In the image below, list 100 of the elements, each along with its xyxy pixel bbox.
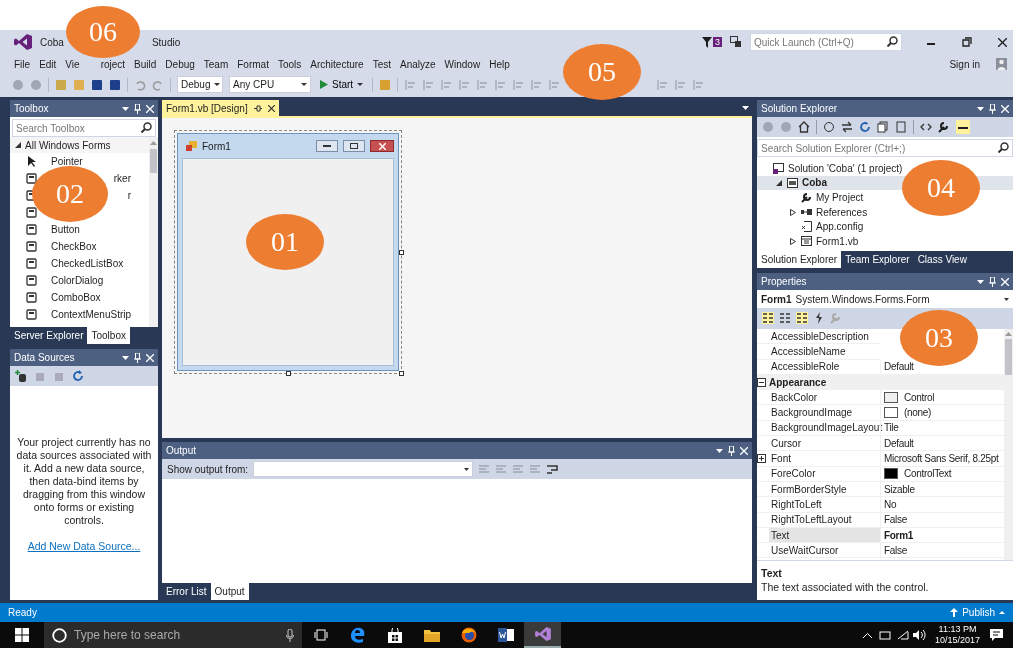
menu-item[interactable]: Tools	[277, 58, 302, 70]
menu-item[interactable]: Team	[203, 58, 229, 70]
save-icon[interactable]	[91, 78, 103, 91]
tab-label[interactable]: Form1.vb [Design]	[166, 102, 248, 114]
refresh-icon[interactable]	[859, 121, 871, 133]
menu-item[interactable]: File	[14, 58, 31, 70]
menu-item[interactable]: Test	[372, 58, 391, 70]
add-data-source-link[interactable]: Add New Data Source...	[27, 540, 141, 553]
dropdown-arrow-icon[interactable]	[122, 106, 129, 111]
menu-item[interactable]: Build	[134, 58, 157, 70]
search-field[interactable]: Search Toolbox	[12, 119, 156, 137]
scrollbar[interactable]	[149, 137, 158, 327]
refresh-icon[interactable]	[72, 370, 84, 382]
chevron-up-icon[interactable]	[862, 632, 872, 638]
control-icon[interactable]	[26, 173, 37, 184]
property-name[interactable]: Cursor	[771, 437, 801, 449]
toolbox-item[interactable]: Button	[51, 224, 80, 235]
toolbox-item[interactable]: rker	[113, 173, 131, 184]
categorized-icon[interactable]	[762, 312, 774, 324]
property-name[interactable]: AccessibleRole	[771, 361, 840, 373]
search-icon[interactable]	[998, 142, 1009, 153]
close-icon[interactable]	[998, 37, 1007, 47]
control-icon[interactable]	[26, 207, 37, 218]
maximize-button[interactable]	[343, 140, 365, 152]
toolbox-group[interactable]: All Windows Forms	[10, 137, 149, 153]
control-icon[interactable]	[26, 309, 37, 320]
property-value[interactable]: Tile	[884, 422, 899, 434]
properties-icon[interactable]	[796, 312, 808, 324]
user-icon[interactable]	[996, 58, 1007, 70]
dropdown-arrow-icon[interactable]	[716, 448, 723, 453]
menu-item[interactable]: Vie	[65, 58, 80, 70]
dropdown-arrow-icon[interactable]	[742, 106, 749, 110]
history-icon[interactable]	[823, 121, 835, 133]
menu-item[interactable]: Window	[444, 58, 481, 70]
notifications-icon[interactable]	[990, 629, 1003, 641]
alphabetical-icon[interactable]	[779, 312, 791, 324]
menu-item[interactable]: Format	[237, 58, 269, 70]
platform-dropdown[interactable]: Any CPU	[229, 76, 311, 93]
wifi-icon[interactable]	[896, 630, 909, 640]
scrollbar-thumb[interactable]	[150, 149, 157, 173]
property-name[interactable]: AccessibleName	[771, 345, 846, 357]
collapsed-arrow-icon[interactable]	[790, 237, 796, 245]
menu-item[interactable]: roject	[100, 58, 126, 70]
toolbox-item[interactable]: CheckedListBox	[51, 258, 124, 269]
clock-time[interactable]: 11:13 PM	[938, 624, 977, 635]
property-name[interactable]: RightToLeftLayout	[771, 514, 852, 526]
microphone-icon[interactable]	[286, 628, 294, 642]
panel-tab[interactable]: Class View	[913, 251, 971, 268]
preview-toggle-icon[interactable]	[956, 120, 970, 134]
panel-tab[interactable]: Output	[210, 583, 249, 600]
feedback-icon[interactable]	[730, 36, 742, 48]
sign-in-link[interactable]: Sign in	[949, 58, 980, 70]
caret-icon[interactable]	[1004, 297, 1009, 301]
sync-icon[interactable]	[841, 121, 853, 133]
network-icon[interactable]	[878, 630, 891, 640]
property-name[interactable]: Text	[771, 529, 790, 541]
document-w-icon[interactable]	[497, 628, 514, 642]
panel-tab[interactable]: Toolbox	[87, 327, 130, 344]
document-tab[interactable]: Form1.vb [Design]	[162, 100, 279, 116]
collapse-icon[interactable]	[757, 377, 766, 387]
property-value[interactable]: (none)	[904, 407, 932, 419]
events-icon[interactable]	[813, 312, 825, 324]
property-value[interactable]: Form1	[884, 529, 914, 541]
search-field[interactable]: Search Solution Explorer (Ctrl+;)	[757, 139, 1013, 157]
taskbar-search-bar[interactable]: Type here to search	[44, 622, 302, 648]
property-name[interactable]: ForeColor	[771, 468, 816, 480]
panel-tab[interactable]: Server Explorer	[10, 327, 88, 344]
close-button[interactable]	[370, 140, 394, 152]
toolbox-item[interactable]: Pointer	[51, 156, 83, 167]
start-button[interactable]: Start	[317, 79, 367, 90]
scrollbar[interactable]	[1004, 329, 1013, 560]
property-value[interactable]: ControlText	[904, 468, 952, 480]
resize-handle[interactable]	[399, 250, 404, 255]
shopping-bag-icon[interactable]	[387, 627, 402, 643]
configuration-dropdown[interactable]: Debug	[177, 76, 223, 93]
toolbox-item[interactable]: ContextMenuStrip	[51, 309, 132, 320]
property-value[interactable]: No	[884, 498, 897, 510]
search-icon[interactable]	[887, 36, 898, 47]
filter-icon[interactable]	[702, 36, 712, 48]
taskbar-app-button[interactable]	[524, 622, 561, 648]
wrench-icon[interactable]	[938, 121, 950, 133]
control-icon[interactable]	[26, 292, 37, 303]
search-icon[interactable]	[141, 122, 152, 133]
property-name[interactable]: BackgroundImageLayout	[771, 422, 883, 434]
dropdown-arrow-icon[interactable]	[977, 106, 984, 111]
collapse-all-icon[interactable]	[877, 121, 889, 133]
menu-item[interactable]: Help	[489, 58, 510, 70]
close-icon[interactable]	[267, 104, 275, 112]
property-name[interactable]: RightToLeft	[771, 498, 822, 510]
property-name[interactable]: BackColor	[771, 391, 818, 403]
resize-handle[interactable]	[286, 371, 291, 376]
pin-icon[interactable]	[253, 104, 262, 112]
scrollbar-thumb[interactable]	[1005, 339, 1012, 375]
menu-item[interactable]: Edit	[39, 58, 57, 70]
toolbox-item[interactable]: CheckBox	[51, 241, 97, 252]
control-icon[interactable]	[26, 224, 37, 235]
control-icon[interactable]	[26, 275, 37, 286]
resize-handle[interactable]	[399, 371, 404, 376]
browser-e-icon[interactable]	[349, 627, 366, 643]
search-field[interactable]: Type here to search	[72, 627, 281, 643]
